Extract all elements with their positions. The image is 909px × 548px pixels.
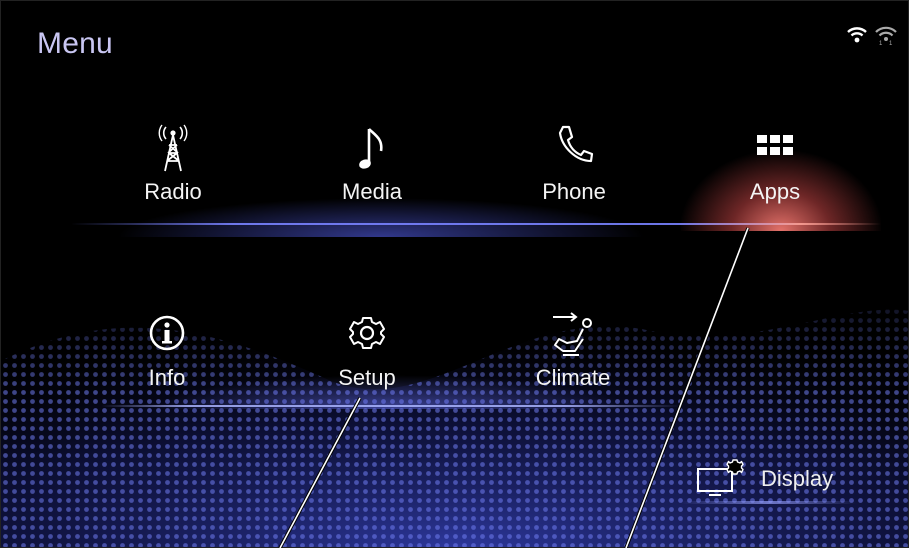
gear-icon [349, 317, 385, 349]
music-note-icon [359, 128, 383, 169]
menu-label-phone: Phone [542, 179, 606, 204]
menu-item-info[interactable]: Info [97, 311, 237, 411]
svg-text:1: 1 [889, 41, 893, 45]
menu-label-climate: Climate [535, 365, 611, 390]
display-button-label: Display [761, 466, 834, 491]
status-icons: 1 1 [846, 25, 898, 45]
wireless-signal-icon: 1 1 [875, 26, 897, 45]
page-title: Menu [37, 27, 113, 60]
apps-grid-icon [757, 135, 793, 155]
menu-label-info: Info [148, 365, 186, 390]
menu-item-climate[interactable]: Climate [503, 311, 643, 411]
display-settings-icon [697, 459, 744, 496]
menu-item-media[interactable]: Media [302, 123, 442, 223]
phone-handset-icon [558, 125, 594, 163]
climate-seat-icon [553, 312, 592, 356]
menu-label-radio: Radio [144, 179, 202, 204]
menu-label-media: Media [342, 179, 402, 204]
menu-item-setup[interactable]: Setup [297, 311, 437, 411]
display-button[interactable]: Display [689, 455, 859, 505]
wifi-icon [847, 27, 867, 43]
menu-item-apps[interactable]: Apps [705, 123, 845, 223]
infotainment-screen: Menu 1 1 Radio Media Phone Apps Info Set… [0, 0, 909, 548]
svg-text:1: 1 [879, 41, 883, 45]
menu-label-apps: Apps [749, 179, 801, 204]
radio-tower-icon [158, 124, 188, 172]
menu-item-radio[interactable]: Radio [103, 123, 243, 223]
info-icon [149, 315, 185, 351]
menu-item-phone[interactable]: Phone [504, 123, 644, 223]
row1-divider [71, 223, 881, 225]
menu-label-setup: Setup [338, 365, 396, 390]
